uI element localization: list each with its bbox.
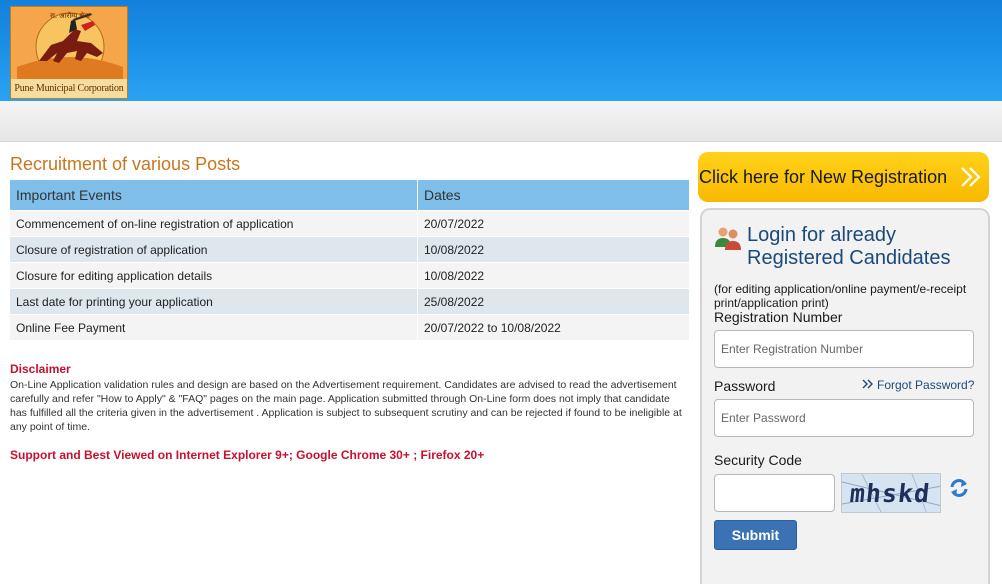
security-code-input[interactable] (714, 474, 835, 512)
new-registration-button[interactable]: Click here for New Registration (698, 152, 989, 202)
table-row: Closure of registration of application 1… (10, 236, 690, 263)
event-cell: Closure of registration of application (10, 236, 418, 263)
registration-number-label: Registration Number (714, 309, 843, 325)
important-events-table: Important Events Dates Commencement of o… (10, 180, 690, 340)
login-note: (for editing application/online payment/… (714, 282, 967, 310)
captcha-image: mhskd (841, 473, 941, 513)
new-registration-label: Click here for New Registration (699, 167, 948, 187)
date-cell: 10/08/2022 (417, 262, 690, 289)
login-panel: Login for already Registered Candidates … (700, 208, 990, 584)
captcha-text: mhskd (848, 479, 932, 508)
table-header-row: Important Events Dates (10, 180, 690, 211)
horse-rider-emblem-icon: रा. आरोग्य सेवा (17, 11, 123, 81)
table-row: Last date for printing your application … (10, 288, 690, 315)
event-cell: Online Fee Payment (10, 314, 418, 340)
forgot-password-label: Forgot Password? (877, 378, 975, 392)
login-title: Login for already Registered Candidates (747, 224, 951, 269)
table-row: Commencement of on-line registration of … (10, 210, 690, 237)
double-chevron-right-icon (862, 379, 873, 389)
users-group-icon (715, 227, 741, 250)
column-header-events: Important Events (10, 180, 418, 211)
svg-text:रा. आरोग्य सेवा: रा. आरोग्य सेवा (50, 11, 90, 20)
nav-bar (0, 101, 1002, 142)
disclaimer-text: On-Line Application validation rules and… (10, 379, 682, 433)
password-input[interactable] (714, 399, 974, 437)
event-cell: Closure for editing application details (10, 262, 418, 289)
registration-number-input[interactable] (714, 330, 974, 368)
password-label: Password (714, 378, 776, 394)
pmc-logo[interactable]: रा. आरोग्य सेवा Pune Municipal Corporati… (10, 6, 128, 99)
table-row: Closure for editing application details … (10, 262, 690, 289)
column-header-dates: Dates (417, 180, 690, 211)
page-title: Recruitment of various Posts (10, 154, 241, 174)
submit-button[interactable]: Submit (714, 520, 797, 550)
table-row: Online Fee Payment 20/07/2022 to 10/08/2… (10, 314, 690, 340)
logo-caption: Pune Municipal Corporation (11, 79, 127, 98)
security-code-label: Security Code (714, 452, 802, 468)
disclaimer-heading: Disclaimer (10, 362, 71, 376)
date-cell: 10/08/2022 (417, 236, 690, 263)
refresh-icon[interactable] (948, 477, 970, 499)
browser-support-note: Support and Best Viewed on Internet Expl… (10, 448, 485, 462)
forgot-password-link[interactable]: Forgot Password? (862, 378, 974, 392)
event-cell: Last date for printing your application (10, 288, 418, 315)
double-chevron-right-icon (961, 167, 981, 187)
date-cell: 25/08/2022 (417, 288, 690, 315)
date-cell: 20/07/2022 (417, 210, 690, 237)
site-header: रा. आरोग्य सेवा Pune Municipal Corporati… (0, 0, 1002, 101)
date-cell: 20/07/2022 to 10/08/2022 (417, 314, 690, 340)
event-cell: Commencement of on-line registration of … (10, 210, 418, 237)
